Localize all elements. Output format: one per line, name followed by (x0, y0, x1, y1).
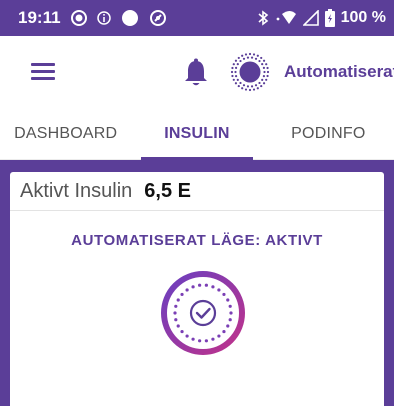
bell-icon[interactable] (182, 58, 210, 88)
menu-icon[interactable] (31, 63, 57, 81)
automated-mode-icon[interactable] (230, 52, 270, 92)
battery-icon (324, 9, 335, 27)
mode-label[interactable]: Automatiserat (284, 62, 394, 82)
signal-icon (302, 10, 319, 26)
automated-mode-status: AUTOMATISERAT LÄGE: AKTIVT (71, 232, 323, 249)
active-insulin-row: Aktivt Insulin 6,5 E (10, 172, 384, 211)
active-insulin-value: 6,5 E (144, 179, 191, 202)
record-icon (70, 10, 87, 26)
tab-bar: DASHBOARD INSULIN PODINFO (0, 108, 394, 160)
battery-percent: 100 % (340, 9, 386, 26)
app-bar: Automatiserat (0, 36, 394, 108)
tab-podinfo[interactable]: PODINFO (263, 108, 394, 159)
automated-mode-check-icon (161, 271, 245, 355)
info-icon (96, 11, 111, 25)
bluetooth-icon (257, 10, 269, 26)
insulin-card: Aktivt Insulin 6,5 E AUTOMATISERAT LÄGE:… (10, 172, 384, 410)
dot-icon (121, 9, 139, 27)
active-insulin-label: Aktivt Insulin (20, 179, 133, 202)
tab-dashboard[interactable]: DASHBOARD (0, 108, 131, 159)
content-area: Aktivt Insulin 6,5 E AUTOMATISERAT LÄGE:… (0, 160, 394, 410)
at-icon (149, 9, 167, 27)
tab-insulin[interactable]: INSULIN (131, 108, 262, 160)
status-bar: 19:11 100 % (0, 0, 394, 36)
status-time: 19:11 (18, 8, 61, 27)
wifi-icon (275, 10, 297, 26)
